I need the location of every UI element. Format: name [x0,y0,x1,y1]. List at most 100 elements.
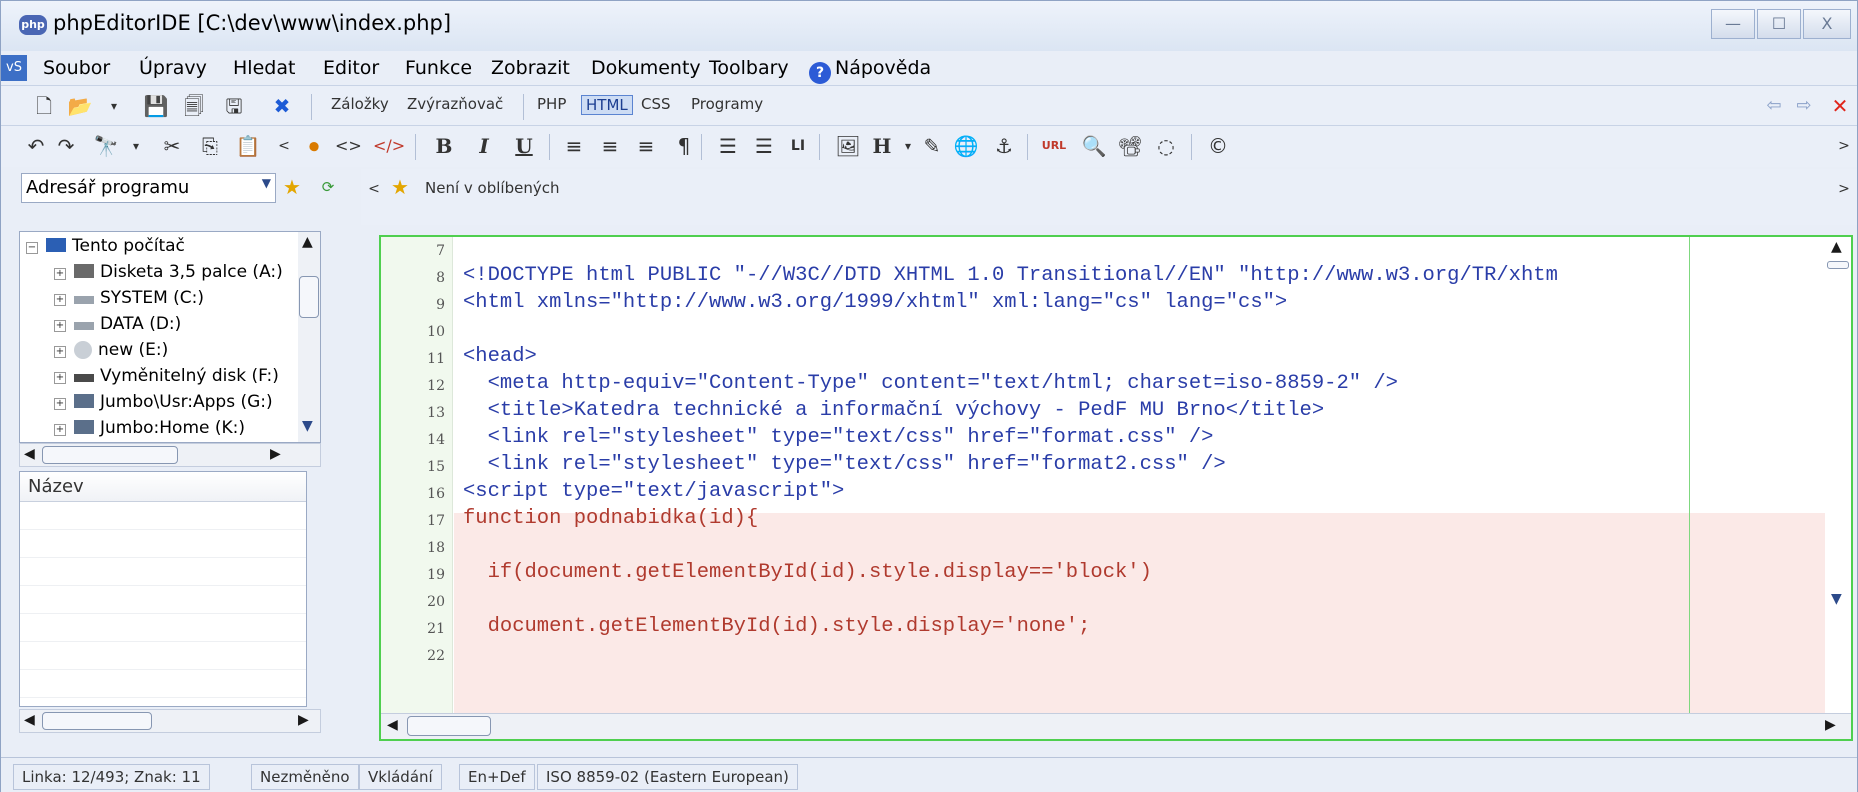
favorites-right-icon[interactable]: > [1831,175,1857,203]
menu-soubor[interactable]: Soubor [43,57,110,79]
editor-horizontal-scrollbar[interactable]: ◀ ▶ [381,713,1851,739]
scroll-left-icon[interactable]: ◀ [387,717,398,733]
open-dropdown-icon[interactable]: ▾ [101,92,127,120]
align-center-icon[interactable]: ≡ [597,132,623,160]
expand-icon[interactable]: + [54,294,66,306]
tree-item-floppy[interactable]: + Disketa 3,5 palce (A:) [54,262,283,288]
pencil-icon[interactable]: ✎ [919,132,945,160]
bold-button[interactable]: B [431,132,457,160]
back-arrow-icon[interactable]: ⇦ [1761,92,1787,120]
italic-button[interactable]: I [471,132,497,160]
tab-zalozky[interactable]: Záložky [331,95,389,113]
menu-toolbary[interactable]: Toolbary [709,57,789,79]
find-icon[interactable]: 🔭 [93,132,119,160]
add-favorite-star-icon[interactable]: ★ [279,173,305,201]
tree-item-jumbo-apps[interactable]: + Jumbo\Usr:Apps (G:) [54,392,273,418]
tree-horizontal-scrollbar[interactable]: ◀ ▶ [19,443,321,467]
forward-arrow-icon[interactable]: ⇨ [1791,92,1817,120]
favorite-star-icon[interactable]: ★ [387,173,413,201]
tab-html[interactable]: HTML [581,95,633,115]
image-icon[interactable]: 🖼 [835,132,861,160]
underline-button[interactable]: U [511,132,537,160]
menu-zobrazit[interactable]: Zobrazit [491,57,570,79]
tag-icon[interactable]: <> [335,132,362,160]
menu-napoveda[interactable]: ? Nápověda [809,57,931,84]
anchor-icon[interactable]: ⚓ [991,132,1017,160]
expand-icon[interactable]: + [54,320,66,332]
paste-icon[interactable]: 📋 [235,132,261,160]
scroll-right-icon[interactable]: ▶ [1825,717,1836,733]
collapse-icon[interactable]: − [26,242,38,254]
cut-icon[interactable]: ✂ [159,132,185,160]
maximize-button[interactable]: ☐ [1757,9,1801,39]
copy-icon[interactable]: ⎘ [197,132,223,160]
scroll-thumb[interactable] [1827,261,1849,269]
status-charset[interactable]: ISO 8859-02 (Eastern European) [537,764,798,790]
heading-dropdown-icon[interactable]: ▾ [895,132,921,160]
directory-select[interactable]: Adresář programu ▼ [21,173,276,203]
url-button[interactable]: URL [1041,132,1067,160]
toolbar-overflow-icon[interactable]: > [1831,132,1857,160]
menu-upravy[interactable]: Úpravy [139,57,207,79]
scroll-right-icon[interactable]: ▶ [270,446,281,462]
tree-item-jumbo-home[interactable]: + Jumbo:Home (K:) [54,418,245,442]
heading-button[interactable]: H [869,132,895,160]
align-right-icon[interactable]: ≡ [633,132,659,160]
menu-dokumenty[interactable]: Dokumenty [591,57,701,79]
end-tag-icon[interactable]: </> [373,132,405,160]
menu-editor[interactable]: Editor [323,57,379,79]
new-file-icon[interactable]: 🗋 [31,92,57,120]
open-folder-icon[interactable]: 📂 [67,92,93,120]
scroll-thumb[interactable] [42,712,152,730]
editor-vertical-scrollbar[interactable]: ▲ ▼ [1825,237,1851,739]
list-horizontal-scrollbar[interactable]: ◀ ▶ [19,709,321,733]
expand-icon[interactable]: + [54,424,66,436]
scroll-thumb[interactable] [407,716,491,736]
tab-programy[interactable]: Programy [691,95,763,113]
undo-icon[interactable]: ↶ [23,132,49,160]
menu-funkce[interactable]: Funkce [405,57,472,79]
ordered-list-icon[interactable]: ☰ [715,132,741,160]
redo-icon[interactable]: ↷ [53,132,79,160]
scroll-down-icon[interactable]: ▼ [1831,591,1842,607]
list-item-button[interactable]: LI [785,132,811,160]
scroll-down-icon[interactable]: ▼ [302,418,313,434]
tab-php[interactable]: PHP [537,95,566,113]
tree-item-computer[interactable]: − Tento počítač [26,236,185,262]
save-icon[interactable]: 💾 [143,92,169,120]
paragraph-icon[interactable]: ¶ [671,132,697,160]
unordered-list-icon[interactable]: ☰ [751,132,777,160]
close-window-button[interactable]: X [1803,9,1851,39]
column-header-name[interactable]: Název [20,472,306,502]
align-left-icon[interactable]: ≡ [561,132,587,160]
close-tab-icon[interactable]: ✕ [1827,92,1853,120]
preview-icon[interactable]: 🔍 [1081,132,1107,160]
menu-hledat[interactable]: Hledat [233,57,295,79]
favorites-left-icon[interactable]: < [361,175,387,203]
scroll-left-icon[interactable]: < [271,132,297,160]
expand-icon[interactable]: + [54,398,66,410]
find-dropdown-icon[interactable]: ▾ [123,132,149,160]
globe-icon[interactable]: 🌐 [953,132,979,160]
tab-css[interactable]: CSS [641,95,671,113]
scroll-thumb[interactable] [299,276,319,318]
expand-icon[interactable]: + [54,346,66,358]
tree-vertical-scrollbar[interactable]: ▲ ▼ [298,232,320,442]
minimize-button[interactable]: — [1711,9,1755,39]
tab-zvyraznovac[interactable]: Zvýrazňovač [407,95,503,113]
scroll-up-icon[interactable]: ▲ [302,234,313,250]
scroll-up-icon[interactable]: ▲ [1831,239,1842,255]
tree-item-data[interactable]: + DATA (D:) [54,314,181,340]
expand-icon[interactable]: + [54,268,66,280]
scroll-right-icon[interactable]: ▶ [298,712,309,728]
code-editor[interactable]: 7 8 9 10 11 12 13 14 15 16 17 18 19 20 2… [379,235,1853,741]
scroll-left-icon[interactable]: ◀ [24,446,35,462]
refresh-icon[interactable]: ⟳ [315,173,341,201]
tree-item-system[interactable]: + SYSTEM (C:) [54,288,204,314]
close-file-icon[interactable]: ✖ [269,92,295,120]
scroll-thumb[interactable] [42,446,178,464]
save-as-icon[interactable]: 🖫 [221,92,247,120]
tree-item-removable[interactable]: + Vyměnitelný disk (F:) [54,366,279,392]
save-all-icon[interactable]: 🗐 [181,92,207,120]
stop-icon[interactable]: ⏺ [301,132,327,160]
